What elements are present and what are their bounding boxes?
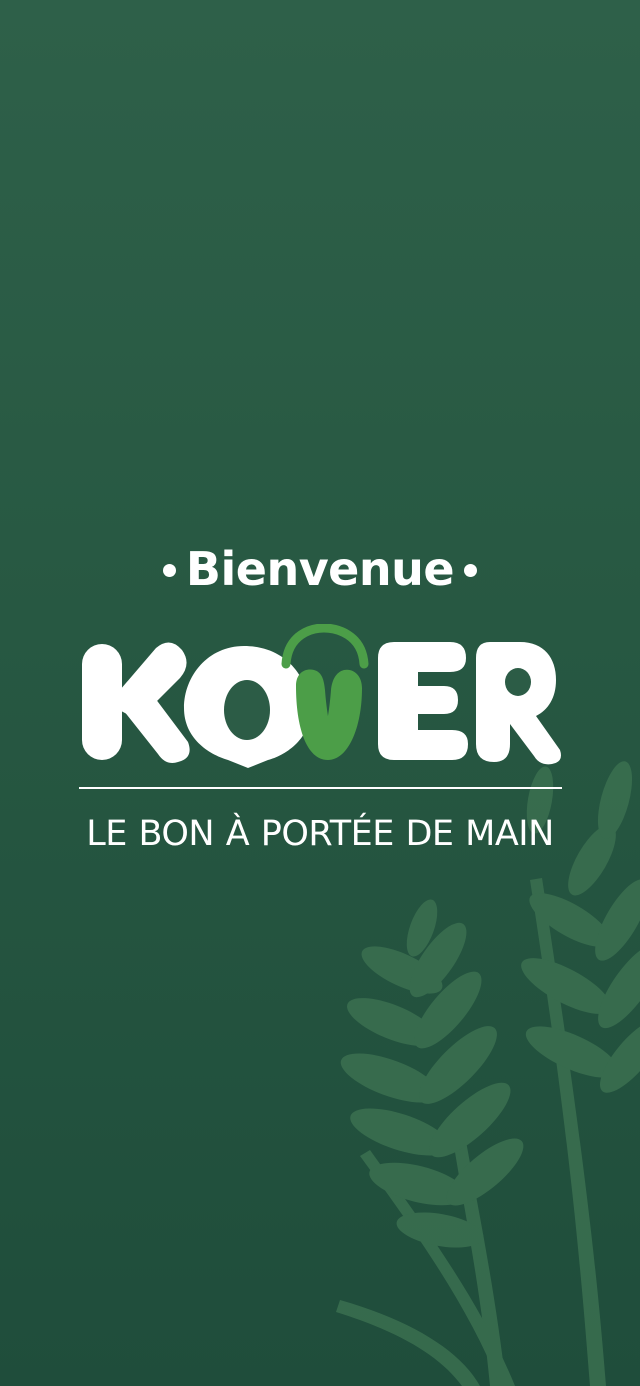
- bullet-dot-right: [464, 564, 478, 577]
- welcome-text: Bienvenue: [185, 542, 455, 596]
- bullet-dot-left: [162, 564, 176, 577]
- kover-logo: [82, 624, 561, 768]
- logo-letter-k: [82, 642, 190, 763]
- tagline: LE BON À PORTÉE DE MAIN: [86, 814, 554, 854]
- splash-screen: Bienvenue LE BON À PORTÉE DE MAIN: [0, 0, 640, 1386]
- welcome-heading: Bienvenue: [0, 538, 640, 600]
- logo-divider: [79, 787, 562, 789]
- logo-letter-e: [378, 642, 468, 760]
- logo-letter-r: [476, 642, 561, 765]
